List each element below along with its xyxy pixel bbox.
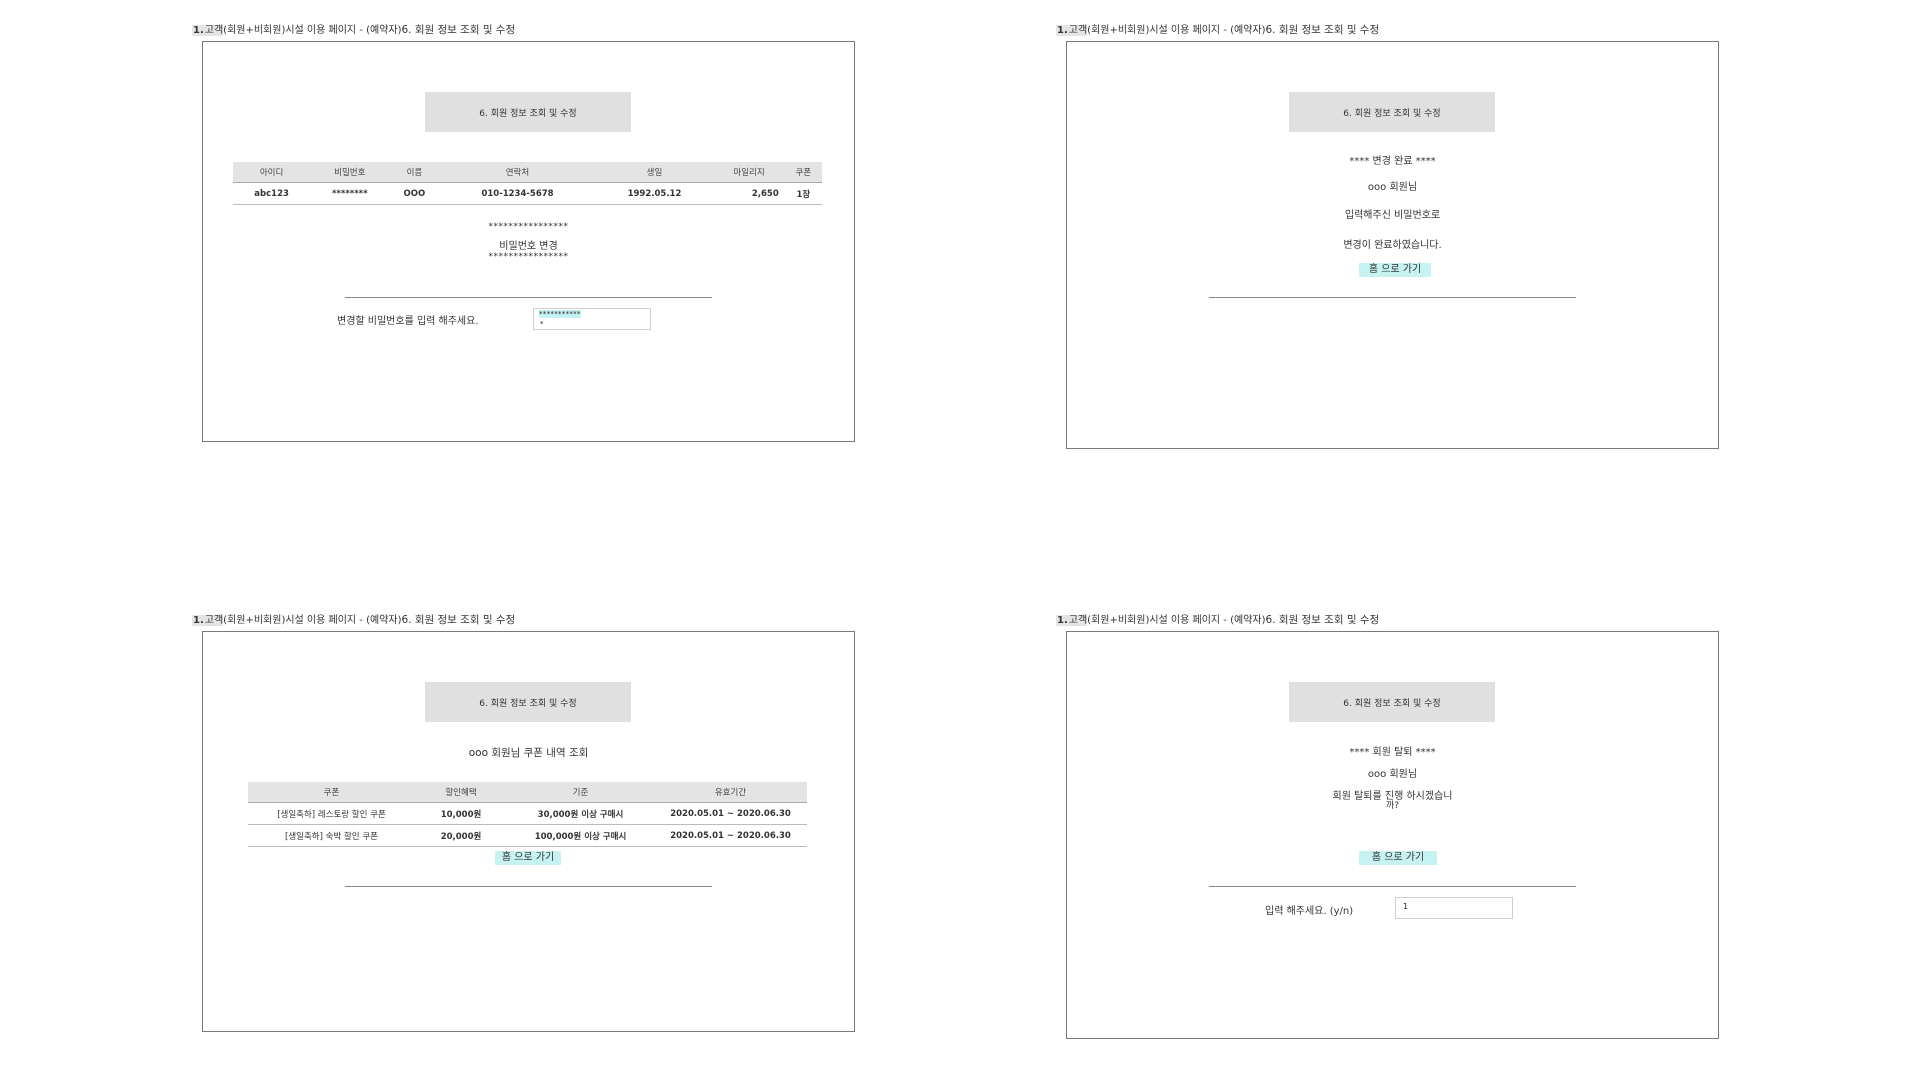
header-prefix-rest: (회원+비회원)시설 이용 페이지 - (예약자) — [1087, 25, 1266, 36]
col-password: 비밀번호 — [310, 162, 390, 183]
header-prefix: 고객 — [1068, 615, 1088, 626]
header-title: 6. 회원 정보 조회 및 수정 — [401, 24, 516, 36]
cell-validity: 2020.05.01 ~ 2020.06.30 — [654, 824, 807, 847]
table-header-row: 쿠폰 할인혜택 기준 유효기간 — [248, 782, 807, 803]
divider — [1209, 886, 1576, 887]
divider — [345, 297, 712, 298]
table-header-row: 아이디 비밀번호 이름 연락처 생일 마일리지 쿠폰 — [233, 162, 822, 183]
cell-id: abc123 — [233, 182, 311, 205]
col-coupon: 쿠폰 — [784, 162, 822, 183]
header-number: 1. — [192, 615, 205, 626]
col-birthday: 생일 — [595, 162, 714, 183]
header-number: 1. — [1056, 25, 1069, 36]
divider — [345, 886, 712, 887]
header-prefix-rest: (회원+비회원)시설 이용 페이지 - (예약자) — [1087, 615, 1266, 626]
col-name: 이름 — [389, 162, 440, 183]
message-line-2: 까? — [1385, 801, 1400, 811]
stars-bottom: **************** — [488, 252, 569, 262]
cell-name: OOO — [389, 182, 440, 205]
yn-prompt: 입력 해주세요. (y/n) — [1265, 906, 1354, 917]
header-prefix-rest: (회원+비회원)시설 이용 페이지 - (예약자) — [223, 615, 402, 626]
input-value: *********** — [539, 310, 581, 318]
new-password-input[interactable]: *********** * — [533, 308, 651, 330]
new-password-prompt: 변경할 비밀번호를 입력 해주세요. — [337, 316, 479, 327]
member-name: ooo 회원님 — [1367, 182, 1418, 193]
home-button[interactable]: 홈 으로 가기 — [1359, 263, 1431, 277]
table-row: [생일축하] 레스토랑 할인 쿠폰 10,000원 30,000원 이상 구매시… — [248, 802, 807, 825]
page-header: 1.고객(회원+비회원)시설 이용 페이지 - (예약자)6. 회원 정보 조회… — [1056, 21, 1379, 37]
col-discount: 할인혜택 — [415, 782, 507, 803]
message-line-1: 입력해주신 비밀번호로 — [1344, 210, 1441, 221]
cell-coupon: 1장 — [784, 182, 822, 205]
input-value-cursor: * — [540, 320, 544, 328]
complete-heading: **** 변경 완료 **** — [1349, 156, 1436, 167]
header-title: 6. 회원 정보 조회 및 수정 — [1265, 24, 1380, 36]
panel-withdrawal: 1.고객(회원+비회원)시설 이용 페이지 - (예약자)6. 회원 정보 조회… — [960, 540, 1920, 1080]
message-line-2: 변경이 완료하였습니다. — [1343, 240, 1442, 251]
divider — [1209, 297, 1576, 298]
page-header: 1.고객(회원+비회원)시설 이용 페이지 - (예약자)6. 회원 정보 조회… — [192, 611, 515, 627]
panel-password-change: 1.고객(회원+비회원)시설 이용 페이지 - (예약자)6. 회원 정보 조회… — [0, 0, 960, 540]
col-coupon: 쿠폰 — [248, 782, 415, 803]
yn-input[interactable]: 1 — [1395, 897, 1513, 919]
screen-title: 6. 회원 정보 조회 및 수정 — [1289, 682, 1495, 722]
withdrawal-heading: **** 회원 탈퇴 **** — [1349, 747, 1436, 758]
col-id: 아이디 — [233, 162, 311, 183]
header-number: 1. — [192, 25, 205, 36]
table-row: [생일축하] 숙박 할인 쿠폰 20,000원 100,000원 이상 구매시 … — [248, 824, 807, 847]
header-title: 6. 회원 정보 조회 및 수정 — [1265, 614, 1380, 626]
cell-coupon: [생일축하] 숙박 할인 쿠폰 — [248, 824, 415, 847]
screen-title: 6. 회원 정보 조회 및 수정 — [425, 92, 631, 132]
stars-top: **************** — [488, 222, 569, 232]
cell-phone: 010-1234-5678 — [439, 182, 596, 205]
screen-frame: 6. 회원 정보 조회 및 수정 **** 회원 탈퇴 **** ooo 회원님… — [1066, 631, 1719, 1039]
screen-title: 6. 회원 정보 조회 및 수정 — [425, 682, 631, 722]
header-prefix-rest: (회원+비회원)시설 이용 페이지 - (예약자) — [223, 25, 402, 36]
header-prefix: 고객 — [204, 615, 224, 626]
screen-frame: 6. 회원 정보 조회 및 수정 **** 변경 완료 **** ooo 회원님… — [1066, 41, 1719, 449]
col-phone: 연락처 — [439, 162, 596, 183]
member-info-table: 아이디 비밀번호 이름 연락처 생일 마일리지 쿠폰 abc123 ******… — [233, 162, 822, 205]
input-value: 1 — [1403, 902, 1409, 911]
header-title: 6. 회원 정보 조회 및 수정 — [401, 614, 516, 626]
cell-birthday: 1992.05.12 — [595, 182, 714, 205]
cell-discount: 20,000원 — [415, 824, 507, 847]
cell-condition: 100,000원 이상 구매시 — [507, 824, 654, 847]
cell-mileage: 2,650 — [713, 182, 785, 205]
coupon-subtitle: ooo 회원님 쿠폰 내역 조회 — [468, 747, 589, 759]
screen-frame: 6. 회원 정보 조회 및 수정 ooo 회원님 쿠폰 내역 조회 쿠폰 할인혜… — [202, 631, 855, 1032]
cell-password: ******** — [310, 182, 390, 205]
col-validity: 유효기간 — [654, 782, 807, 803]
panel-coupon-history: 1.고객(회원+비회원)시설 이용 페이지 - (예약자)6. 회원 정보 조회… — [0, 540, 960, 1080]
panel-change-complete: 1.고객(회원+비회원)시설 이용 페이지 - (예약자)6. 회원 정보 조회… — [960, 0, 1920, 540]
screen-title: 6. 회원 정보 조회 및 수정 — [1289, 92, 1495, 132]
cell-condition: 30,000원 이상 구매시 — [507, 802, 654, 825]
header-prefix: 고객 — [1068, 25, 1088, 36]
member-name: ooo 회원님 — [1367, 769, 1418, 780]
page-header: 1.고객(회원+비회원)시설 이용 페이지 - (예약자)6. 회원 정보 조회… — [192, 21, 515, 37]
cell-discount: 10,000원 — [415, 802, 507, 825]
password-change-label: 비밀번호 변경 — [499, 241, 558, 252]
header-number: 1. — [1056, 615, 1069, 626]
col-condition: 기준 — [507, 782, 654, 803]
screen-frame: 6. 회원 정보 조회 및 수정 아이디 비밀번호 이름 연락처 생일 마일리지… — [202, 41, 855, 442]
cell-validity: 2020.05.01 ~ 2020.06.30 — [654, 802, 807, 825]
col-mileage: 마일리지 — [713, 162, 785, 183]
cell-coupon: [생일축하] 레스토랑 할인 쿠폰 — [248, 802, 415, 825]
table-row: abc123 ******** OOO 010-1234-5678 1992.0… — [233, 182, 822, 205]
home-button[interactable]: 홈 으로 가기 — [495, 851, 561, 865]
coupon-table: 쿠폰 할인혜택 기준 유효기간 [생일축하] 레스토랑 할인 쿠폰 10,000… — [248, 782, 807, 847]
home-button[interactable]: 홈 으로 가기 — [1359, 851, 1437, 865]
page-header: 1.고객(회원+비회원)시설 이용 페이지 - (예약자)6. 회원 정보 조회… — [1056, 611, 1379, 627]
header-prefix: 고객 — [204, 25, 224, 36]
